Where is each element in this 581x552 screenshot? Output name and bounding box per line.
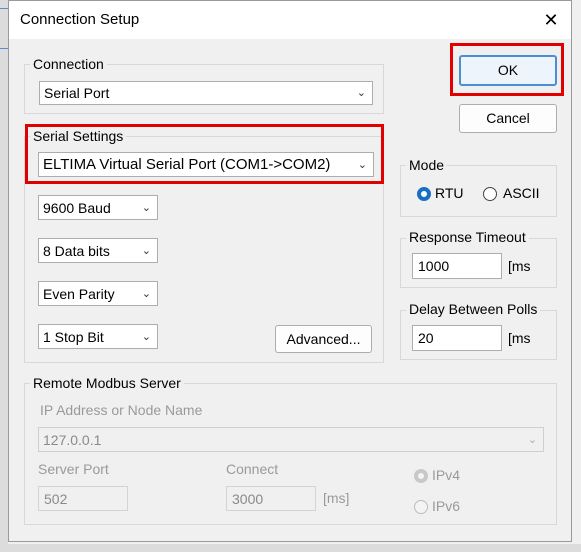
chevron-down-icon: ⌄ xyxy=(141,331,151,343)
close-icon[interactable]: ✕ xyxy=(537,6,565,34)
chevron-down-icon: ⌄ xyxy=(527,434,537,446)
server-port-input[interactable] xyxy=(38,486,128,511)
connect-timeout-input[interactable] xyxy=(226,486,316,511)
parity-value: Even Parity xyxy=(43,286,115,302)
chevron-down-icon: ⌄ xyxy=(357,159,367,171)
desktop-line xyxy=(0,8,8,9)
serial-port-select[interactable]: ELTIMA Virtual Serial Port (COM1->COM2) … xyxy=(38,152,374,177)
baud-rate-value: 9600 Baud xyxy=(43,200,111,216)
chevron-down-icon: ⌄ xyxy=(356,87,366,99)
desktop-line xyxy=(0,48,8,49)
title-bar: Connection Setup ✕ xyxy=(9,1,571,39)
dialog-title: Connection Setup xyxy=(20,11,140,28)
chevron-down-icon: ⌄ xyxy=(141,202,151,214)
connection-setup-dialog: Connection Setup ✕ Connection Serial Por… xyxy=(8,0,572,542)
connection-type-select[interactable]: Serial Port ⌄ xyxy=(39,81,373,105)
ok-button[interactable]: OK xyxy=(459,55,557,86)
connection-group-label: Connection xyxy=(30,56,107,72)
connect-unit: [ms] xyxy=(323,490,350,506)
response-timeout-label: Response Timeout xyxy=(406,229,529,245)
ip-address-select[interactable]: 127.0.0.1 ⌄ xyxy=(38,427,544,452)
advanced-button[interactable]: Advanced... xyxy=(275,325,372,353)
connection-type-value: Serial Port xyxy=(44,85,110,101)
delay-polls-label: Delay Between Polls xyxy=(406,301,541,317)
ipv4-label[interactable]: IPv4 xyxy=(432,467,460,483)
server-port-label: Server Port xyxy=(38,461,109,477)
stop-bits-select[interactable]: 1 Stop Bit ⌄ xyxy=(38,324,158,349)
serial-settings-label: Serial Settings xyxy=(30,128,127,144)
desktop-background xyxy=(0,0,8,552)
mode-rtu-radio[interactable] xyxy=(417,187,431,201)
baud-rate-select[interactable]: 9600 Baud ⌄ xyxy=(38,195,158,220)
delay-polls-unit: [ms xyxy=(508,330,531,346)
mode-ascii-radio[interactable] xyxy=(483,187,497,201)
response-timeout-unit: [ms xyxy=(508,258,531,274)
mode-group-label: Mode xyxy=(406,157,448,173)
stop-bits-value: 1 Stop Bit xyxy=(43,329,104,345)
delay-polls-input[interactable] xyxy=(412,325,502,351)
chevron-down-icon: ⌄ xyxy=(141,245,151,257)
remote-server-label: Remote Modbus Server xyxy=(30,375,184,391)
chevron-down-icon: ⌄ xyxy=(141,288,151,300)
connect-label: Connect xyxy=(226,461,279,477)
desktop-background-bottom xyxy=(0,544,581,552)
parity-select[interactable]: Even Parity ⌄ xyxy=(38,281,158,306)
ip-address-label: IP Address or Node Name xyxy=(40,402,203,418)
cancel-button[interactable]: Cancel xyxy=(459,104,557,133)
mode-rtu-label[interactable]: RTU xyxy=(435,185,464,201)
serial-port-value: ELTIMA Virtual Serial Port (COM1->COM2) xyxy=(43,156,331,173)
ipv6-label[interactable]: IPv6 xyxy=(432,498,460,514)
ipv4-radio[interactable] xyxy=(414,469,428,483)
ipv6-radio[interactable] xyxy=(414,500,428,514)
response-timeout-input[interactable] xyxy=(412,253,502,279)
data-bits-value: 8 Data bits xyxy=(43,243,110,259)
data-bits-select[interactable]: 8 Data bits ⌄ xyxy=(38,238,158,263)
ip-address-value: 127.0.0.1 xyxy=(43,432,102,448)
mode-ascii-label[interactable]: ASCII xyxy=(503,185,540,201)
